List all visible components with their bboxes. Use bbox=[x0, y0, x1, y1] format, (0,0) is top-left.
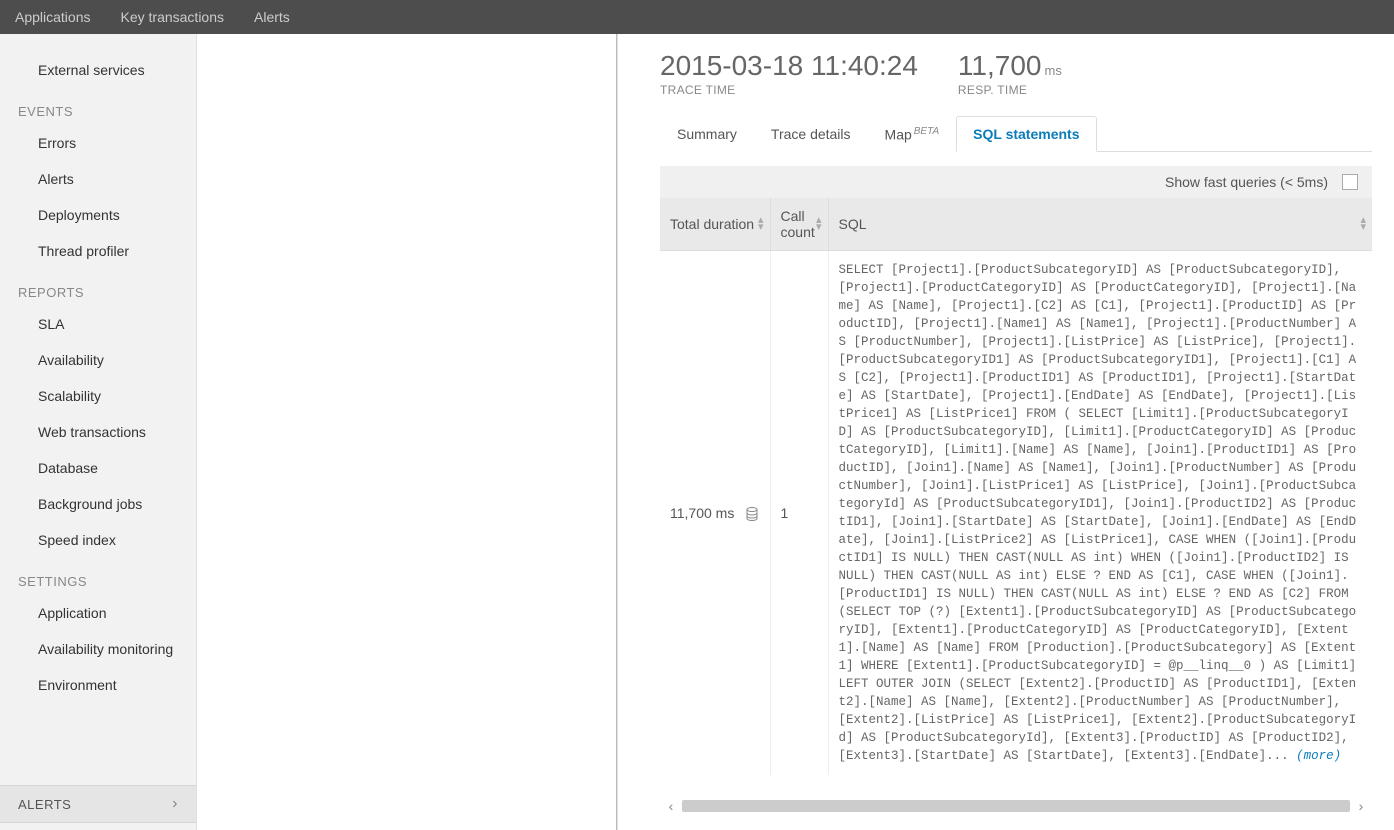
topnav-key-transactions[interactable]: Key transactions bbox=[121, 9, 225, 25]
sidebar-item-scalability[interactable]: Scalability bbox=[0, 378, 196, 414]
sidebar-item-external-services[interactable]: External services bbox=[0, 52, 196, 88]
detail-panel: 2015-03-18 11:40:24 TRACE TIME 11,700ms … bbox=[638, 34, 1394, 830]
sidebar-item-database[interactable]: Database bbox=[0, 450, 196, 486]
sidebar-item-thread-profiler[interactable]: Thread profiler bbox=[0, 233, 196, 269]
metric-trace-time: 2015-03-18 11:40:24 TRACE TIME bbox=[660, 52, 918, 97]
tab-sql-statements[interactable]: SQL statements bbox=[956, 116, 1096, 152]
resp-time-value: 11,700ms bbox=[958, 52, 1062, 80]
sidebar-heading-reports: REPORTS bbox=[0, 269, 196, 306]
sort-icon: ▴▾ bbox=[816, 217, 822, 231]
sidebar-heading-events: EVENTS bbox=[0, 88, 196, 125]
trace-time-label: TRACE TIME bbox=[660, 83, 918, 97]
sidebar: External services EVENTS Errors Alerts D… bbox=[0, 34, 197, 830]
resp-time-unit: ms bbox=[1044, 63, 1061, 78]
col-sql-label: SQL bbox=[839, 216, 867, 232]
top-navigation: Applications Key transactions Alerts bbox=[0, 0, 1394, 34]
scroll-track[interactable] bbox=[682, 800, 1350, 812]
resp-time-label: RESP. TIME bbox=[958, 83, 1062, 97]
resp-time-number: 11,700 bbox=[958, 50, 1042, 81]
detail-tabs: Summary Trace details MapBETA SQL statem… bbox=[660, 115, 1372, 152]
tab-map-label: Map bbox=[885, 127, 912, 143]
database-icon[interactable] bbox=[746, 507, 758, 521]
tab-summary[interactable]: Summary bbox=[660, 116, 754, 152]
beta-badge: BETA bbox=[914, 126, 939, 137]
more-link[interactable]: (more) bbox=[1296, 749, 1341, 763]
sidebar-item-alerts[interactable]: Alerts bbox=[0, 161, 196, 197]
col-sql[interactable]: SQL ▴▾ bbox=[828, 198, 1372, 251]
sort-icon: ▴▾ bbox=[758, 217, 764, 231]
sidebar-item-errors[interactable]: Errors bbox=[0, 125, 196, 161]
chevron-right-icon: › bbox=[172, 795, 178, 813]
sidebar-heading-settings: SETTINGS bbox=[0, 558, 196, 595]
fast-queries-label: Show fast queries (< 5ms) bbox=[1165, 174, 1328, 190]
duration-value: 11,700 ms bbox=[670, 505, 734, 521]
metric-resp-time: 11,700ms RESP. TIME bbox=[958, 52, 1062, 97]
sidebar-item-speed-index[interactable]: Speed index bbox=[0, 522, 196, 558]
col-call-count-label: Call count bbox=[781, 208, 815, 240]
middle-panel bbox=[197, 34, 617, 830]
trace-metrics: 2015-03-18 11:40:24 TRACE TIME 11,700ms … bbox=[660, 52, 1372, 97]
col-total-duration-label: Total duration bbox=[670, 216, 754, 232]
col-call-count[interactable]: Call count ▴▾ bbox=[770, 198, 828, 251]
sidebar-item-background-jobs[interactable]: Background jobs bbox=[0, 486, 196, 522]
topnav-applications[interactable]: Applications bbox=[15, 9, 91, 25]
sql-text: SELECT [Project1].[ProductSubcategoryID]… bbox=[839, 263, 1357, 763]
sql-table: Total duration ▴▾ Call count ▴▾ SQL ▴▾ bbox=[660, 198, 1372, 775]
sidebar-item-availability[interactable]: Availability bbox=[0, 342, 196, 378]
sidebar-item-web-transactions[interactable]: Web transactions bbox=[0, 414, 196, 450]
scroll-left-arrow[interactable]: ‹ bbox=[660, 798, 682, 814]
topnav-alerts[interactable]: Alerts bbox=[254, 9, 290, 25]
cell-count: 1 bbox=[770, 251, 828, 776]
sidebar-alerts-label: ALERTS bbox=[18, 797, 71, 812]
sidebar-item-environment[interactable]: Environment bbox=[0, 667, 196, 703]
col-total-duration[interactable]: Total duration ▴▾ bbox=[660, 198, 770, 251]
horizontal-scrollbar: ‹ › bbox=[660, 798, 1372, 814]
table-row: 11,700 ms 1 SELECT [Project1].[ProductSu… bbox=[660, 251, 1372, 776]
cell-sql: SELECT [Project1].[ProductSubcategoryID]… bbox=[828, 251, 1372, 776]
sidebar-item-availability-monitoring[interactable]: Availability monitoring bbox=[0, 631, 196, 667]
sidebar-item-application[interactable]: Application bbox=[0, 595, 196, 631]
sidebar-alerts-drawer[interactable]: ALERTS › bbox=[0, 785, 196, 823]
fast-queries-checkbox[interactable] bbox=[1342, 174, 1358, 190]
tab-map[interactable]: MapBETA bbox=[868, 116, 957, 152]
trace-time-value: 2015-03-18 11:40:24 bbox=[660, 52, 918, 80]
cell-duration: 11,700 ms bbox=[660, 251, 770, 776]
tab-trace-details[interactable]: Trace details bbox=[754, 116, 868, 152]
sort-icon: ▴▾ bbox=[1360, 217, 1366, 231]
sidebar-item-sla[interactable]: SLA bbox=[0, 306, 196, 342]
scroll-right-arrow[interactable]: › bbox=[1350, 798, 1372, 814]
fast-queries-toggle-row: Show fast queries (< 5ms) bbox=[660, 166, 1372, 198]
sidebar-item-deployments[interactable]: Deployments bbox=[0, 197, 196, 233]
